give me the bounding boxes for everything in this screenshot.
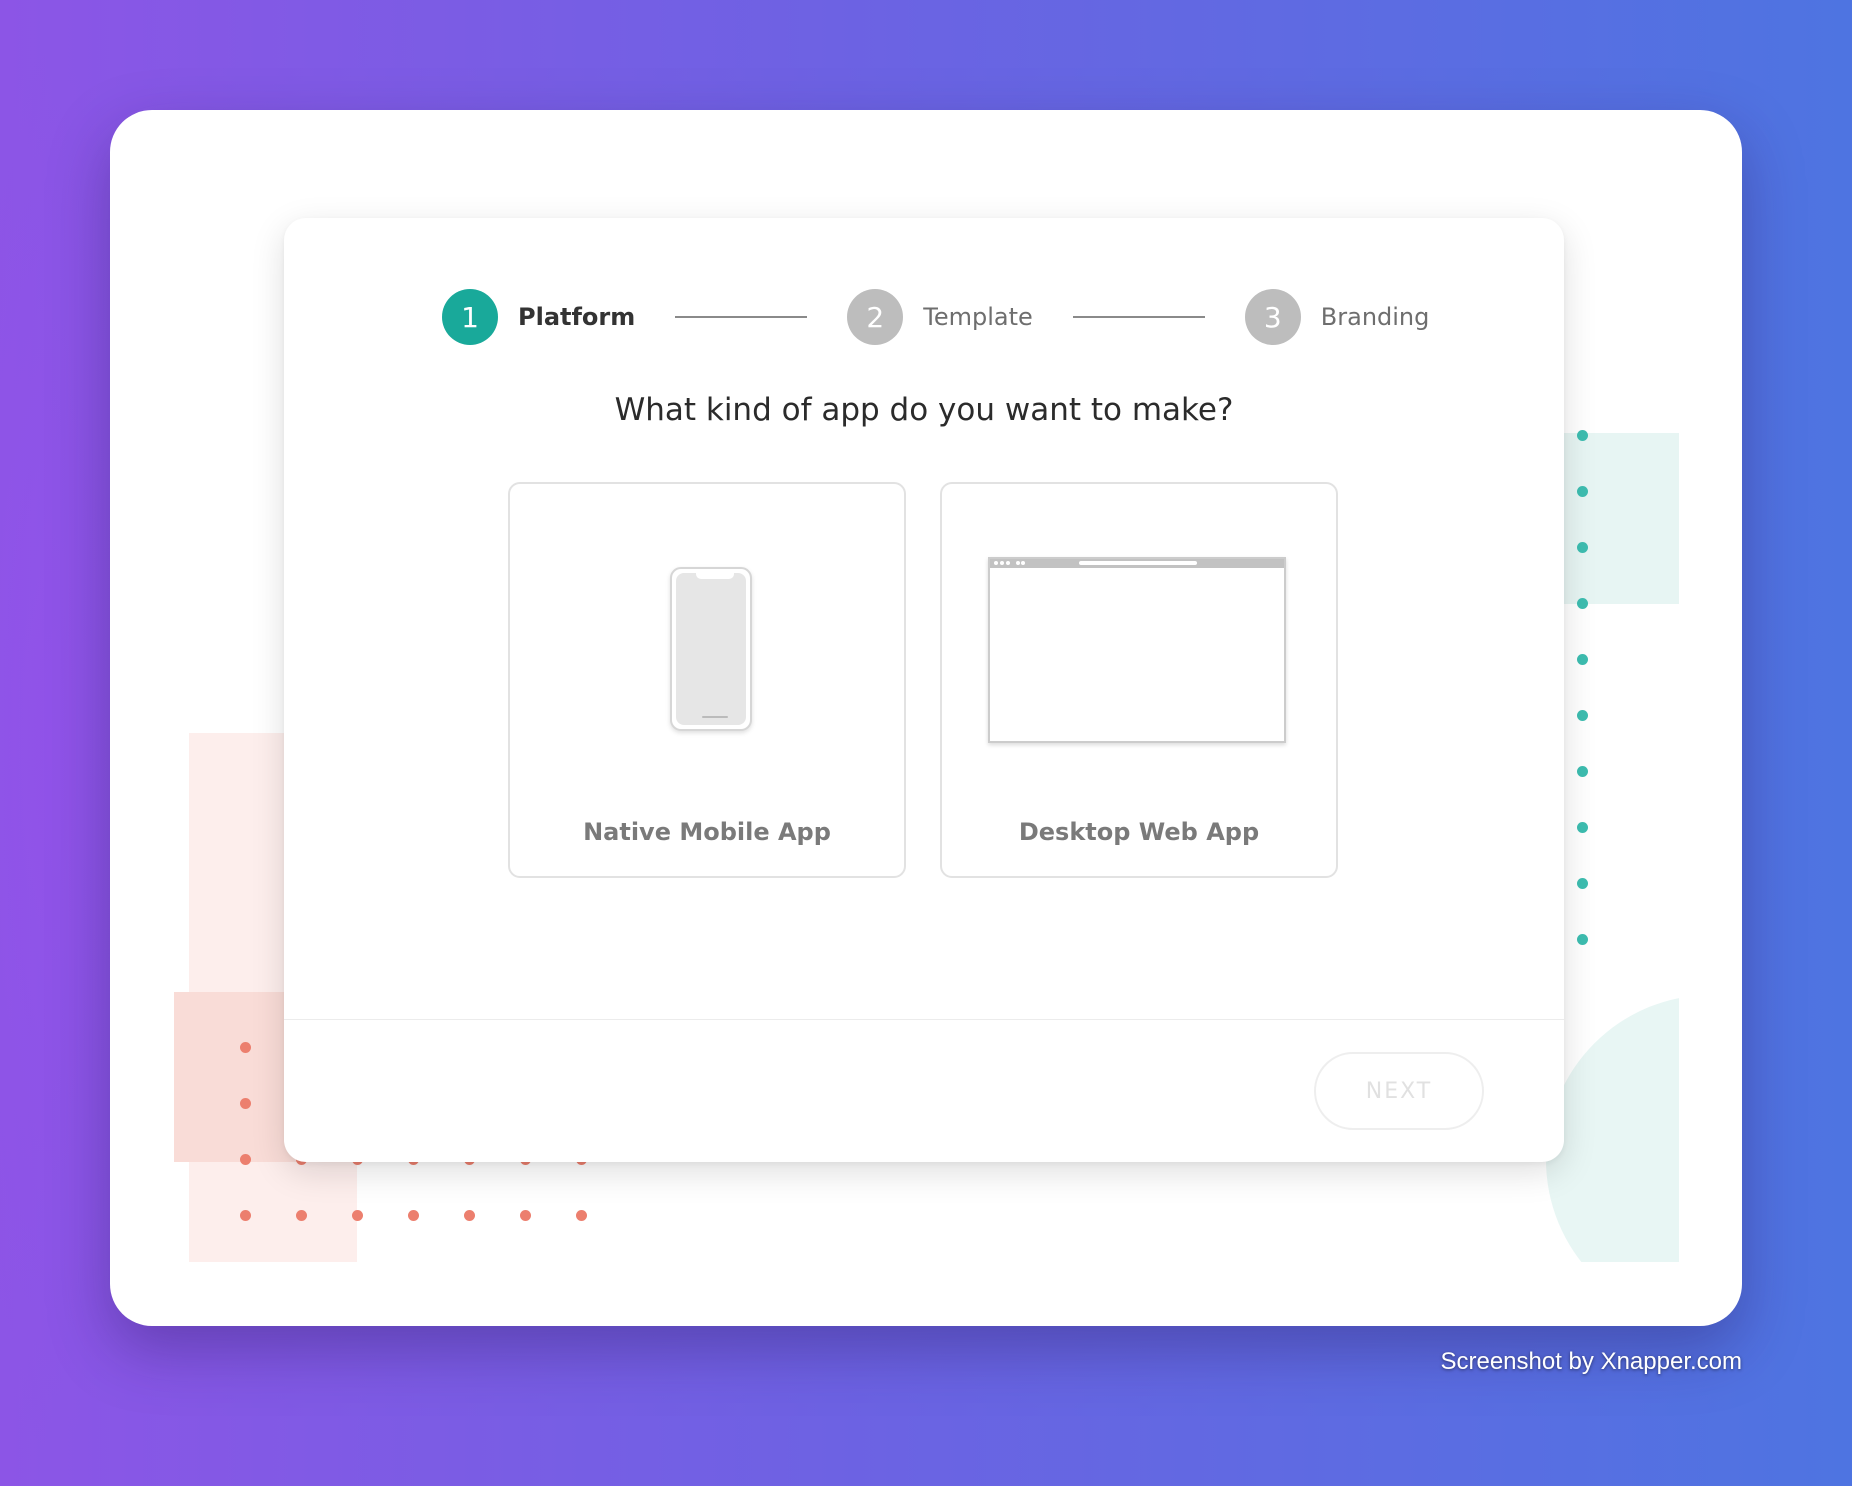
step-label: Template xyxy=(923,303,1033,331)
wizard-stepper: 1 Platform 2 Template 3 Branding xyxy=(442,288,1429,346)
step-template[interactable]: 2 Template xyxy=(847,289,1033,345)
teal-decor-dot xyxy=(1576,541,1588,553)
coral-decor-dot xyxy=(575,1209,587,1221)
step-platform[interactable]: 1 Platform xyxy=(442,289,635,345)
browser-dot xyxy=(994,561,998,565)
teal-decor-dot xyxy=(1576,597,1588,609)
teal-decor-dot xyxy=(1576,429,1588,441)
step-connector xyxy=(675,316,808,318)
coral-decor-dot xyxy=(463,1209,475,1221)
phone-screen xyxy=(676,573,746,725)
mobile-phone-icon xyxy=(670,567,752,731)
teal-decor-dot xyxy=(1576,933,1588,945)
browser-dot xyxy=(1021,561,1025,565)
option-desktop-web-app[interactable]: Desktop Web App xyxy=(940,482,1338,878)
step-label: Platform xyxy=(518,303,636,331)
decor-teal-circle xyxy=(1546,995,1679,1262)
option-label: Native Mobile App xyxy=(583,818,831,846)
coral-decor-dot xyxy=(239,1209,251,1221)
coral-decor-dot xyxy=(519,1209,531,1221)
teal-decor-dot xyxy=(1576,709,1588,721)
step-label: Branding xyxy=(1320,303,1430,331)
browser-address-bar xyxy=(1079,561,1197,565)
browser-dot xyxy=(1006,561,1010,565)
browser-dot xyxy=(1016,561,1020,565)
step-number: 2 xyxy=(847,289,904,345)
browser-dot xyxy=(1000,561,1004,565)
step-branding[interactable]: 3 Branding xyxy=(1244,289,1430,345)
next-button[interactable]: NEXT xyxy=(1314,1052,1484,1130)
coral-decor-dot xyxy=(239,1153,251,1165)
teal-decor-dot xyxy=(1576,765,1588,777)
phone-home-bar xyxy=(702,716,728,718)
browser-toolbar xyxy=(990,559,1284,568)
coral-decor-dot xyxy=(295,1209,307,1221)
teal-decor-dot xyxy=(1576,821,1588,833)
coral-decor-dot xyxy=(239,1097,251,1109)
wizard-question: What kind of app do you want to make? xyxy=(614,392,1234,428)
option-native-mobile-app[interactable]: Native Mobile App xyxy=(508,482,906,878)
teal-decor-dot xyxy=(1576,877,1588,889)
watermark-text: Screenshot by Xnapper.com xyxy=(1440,1348,1742,1375)
coral-decor-dot xyxy=(351,1209,363,1221)
wizard-card: 1 Platform 2 Template 3 Branding What ki… xyxy=(284,218,1564,1162)
option-label: Desktop Web App xyxy=(1018,818,1260,846)
teal-decor-dot xyxy=(1576,653,1588,665)
step-number: 3 xyxy=(1244,289,1301,345)
browser-window-icon xyxy=(988,557,1286,743)
screenshot-frame: 1 Platform 2 Template 3 Branding What ki… xyxy=(110,110,1742,1326)
coral-decor-dot xyxy=(239,1041,251,1053)
footer-divider xyxy=(284,1019,1564,1020)
step-number: 1 xyxy=(442,289,498,345)
coral-decor-dot xyxy=(407,1209,419,1221)
phone-notch xyxy=(696,573,734,579)
step-connector xyxy=(1072,316,1205,318)
teal-decor-dot xyxy=(1576,485,1588,497)
